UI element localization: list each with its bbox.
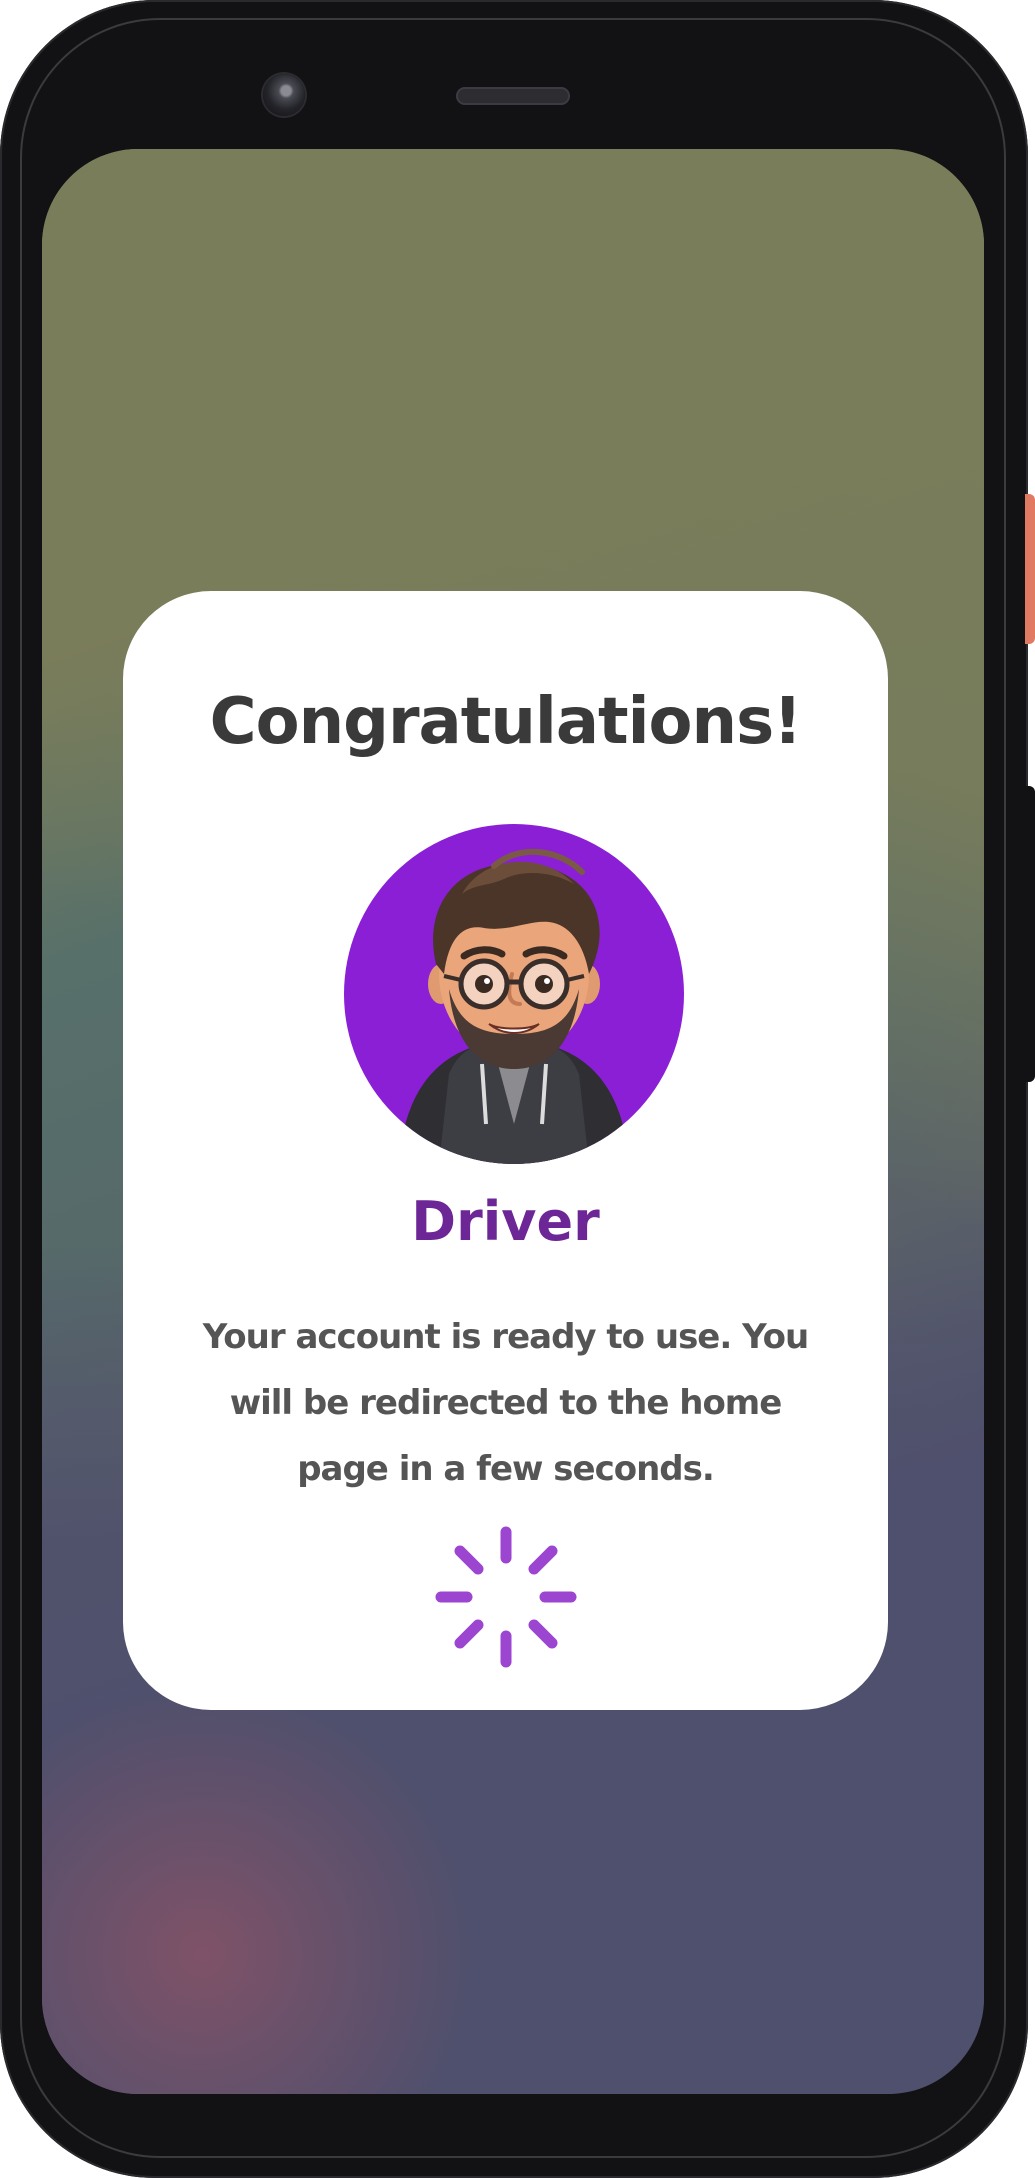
dialog-message: Your account is ready to use. You will b…: [202, 1317, 809, 1489]
avatar: [344, 824, 684, 1164]
avatar-illustration-icon: [399, 848, 629, 1164]
loading-spinner-icon: [435, 1526, 577, 1668]
spinner-spoke: [454, 1619, 484, 1649]
spinner-spoke: [454, 1545, 484, 1575]
front-camera-icon: [263, 74, 305, 116]
power-button[interactable]: [1025, 494, 1035, 644]
dialog-title: Congratulations!: [209, 685, 803, 759]
success-dialog: Congratulations! Driver Your account is …: [123, 591, 888, 1710]
user-role-label: Driver: [411, 1190, 600, 1253]
volume-button[interactable]: [1025, 786, 1035, 1082]
spinner-spoke: [528, 1619, 558, 1649]
earpiece-speaker: [456, 87, 570, 105]
spinner-spoke: [528, 1545, 558, 1575]
